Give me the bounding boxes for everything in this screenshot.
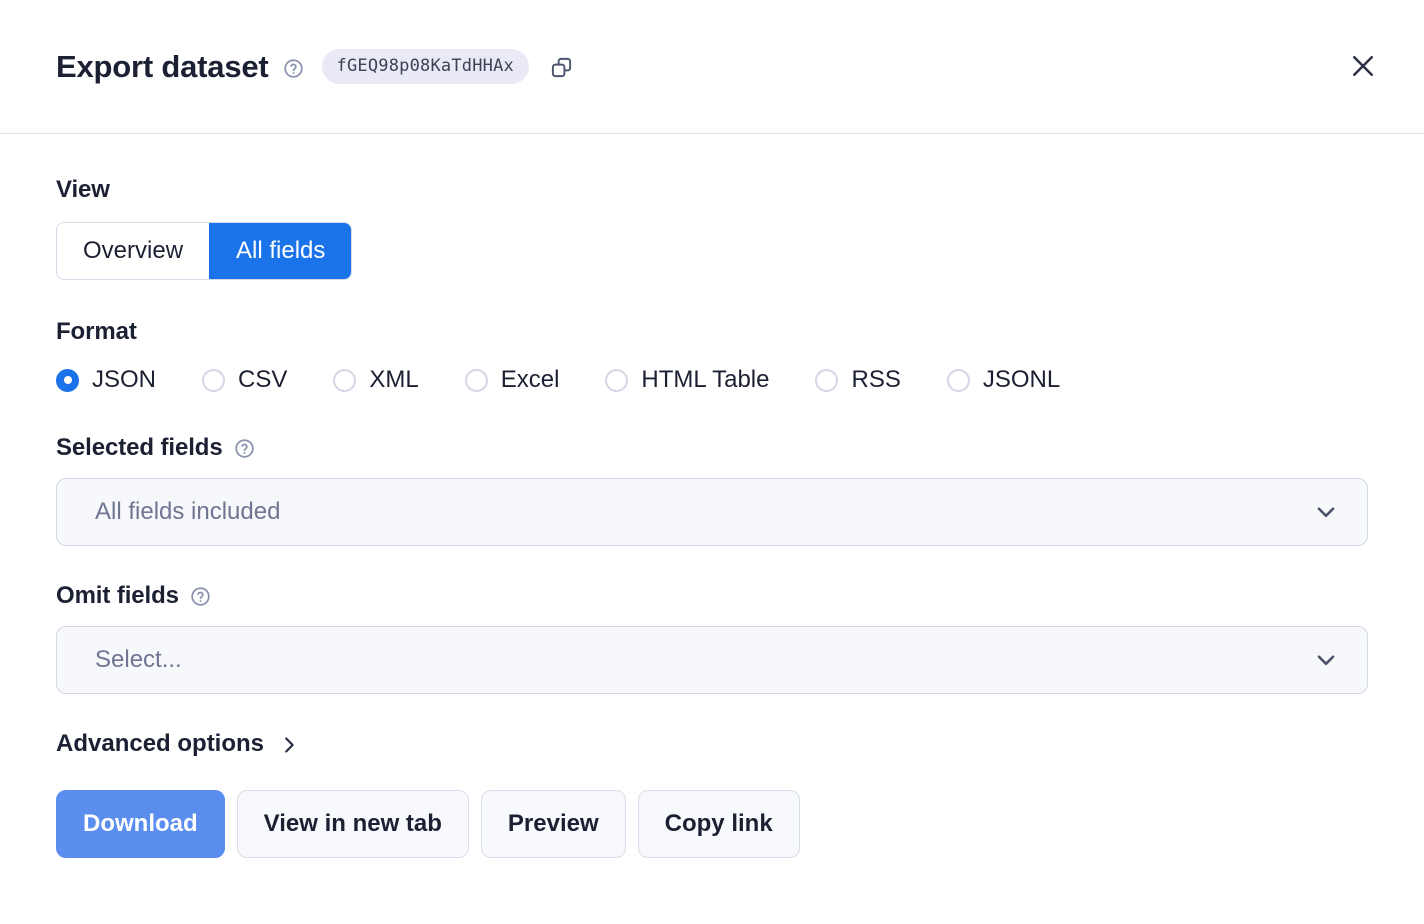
format-option-csv[interactable]: CSV (202, 366, 287, 394)
format-option-rss[interactable]: RSS (815, 366, 900, 394)
selected-fields-placeholder: All fields included (95, 498, 280, 526)
omit-fields-section: Omit fields Select... (56, 582, 1368, 694)
omit-fields-label: Omit fields (56, 582, 1368, 610)
title-group: Export dataset fGEQ98p08KaTdHHAx (56, 49, 575, 85)
view-section: View Overview All fields (56, 176, 1368, 280)
view-label-text: View (56, 176, 110, 204)
page-title: Export dataset (56, 49, 269, 85)
format-option-json-label: JSON (92, 366, 156, 394)
modal-body: View Overview All fields Format JSON CSV (0, 134, 1424, 858)
modal-header: Export dataset fGEQ98p08KaTdHHAx (0, 0, 1424, 134)
format-option-html-table[interactable]: HTML Table (605, 366, 769, 394)
chevron-down-icon[interactable] (1313, 499, 1339, 525)
view-option-all-fields[interactable]: All fields (209, 223, 351, 279)
omit-fields-select[interactable]: Select... (56, 626, 1368, 694)
chevron-right-icon (278, 734, 300, 756)
format-option-csv-label: CSV (238, 366, 287, 394)
close-icon[interactable] (1342, 45, 1384, 87)
export-dataset-modal: Export dataset fGEQ98p08KaTdHHAx (0, 0, 1424, 924)
format-option-excel[interactable]: Excel (465, 366, 560, 394)
advanced-options-toggle[interactable]: Advanced options (56, 730, 300, 758)
format-option-xml-label: XML (369, 366, 418, 394)
advanced-options-label: Advanced options (56, 730, 264, 758)
action-buttons: Download View in new tab Preview Copy li… (56, 790, 1368, 858)
download-button[interactable]: Download (56, 790, 225, 858)
selected-fields-label: Selected fields (56, 434, 1368, 462)
question-circle-icon[interactable] (283, 58, 304, 79)
view-option-overview[interactable]: Overview (57, 223, 209, 279)
omit-fields-placeholder: Select... (95, 646, 182, 674)
format-option-xml[interactable]: XML (333, 366, 418, 394)
format-option-json[interactable]: JSON (56, 366, 156, 394)
radio-mark-csv (202, 369, 225, 392)
format-option-html-table-label: HTML Table (641, 366, 769, 394)
radio-mark-json (56, 369, 79, 392)
selected-fields-label-text: Selected fields (56, 434, 223, 462)
radio-mark-xml (333, 369, 356, 392)
chevron-down-icon[interactable] (1313, 647, 1339, 673)
format-radio-group: JSON CSV XML Excel HTML Table (56, 366, 1368, 394)
radio-mark-excel (465, 369, 488, 392)
view-label: View (56, 176, 1368, 204)
format-option-jsonl-label: JSONL (983, 366, 1060, 394)
view-in-new-tab-button[interactable]: View in new tab (237, 790, 469, 858)
radio-mark-rss (815, 369, 838, 392)
format-option-excel-label: Excel (501, 366, 560, 394)
format-option-rss-label: RSS (851, 366, 900, 394)
view-segmented-control: Overview All fields (56, 222, 352, 280)
format-section: Format JSON CSV XML Excel (56, 318, 1368, 394)
dataset-id-badge: fGEQ98p08KaTdHHAx (322, 49, 529, 84)
copy-icon[interactable] (549, 55, 575, 81)
question-circle-icon[interactable] (234, 438, 255, 459)
format-option-jsonl[interactable]: JSONL (947, 366, 1060, 394)
question-circle-icon[interactable] (190, 586, 211, 607)
format-label-text: Format (56, 318, 137, 346)
preview-button[interactable]: Preview (481, 790, 626, 858)
copy-link-button[interactable]: Copy link (638, 790, 800, 858)
radio-mark-jsonl (947, 369, 970, 392)
omit-fields-label-text: Omit fields (56, 582, 179, 610)
selected-fields-select[interactable]: All fields included (56, 478, 1368, 546)
format-label: Format (56, 318, 1368, 346)
selected-fields-section: Selected fields All fields included (56, 434, 1368, 546)
radio-mark-html-table (605, 369, 628, 392)
